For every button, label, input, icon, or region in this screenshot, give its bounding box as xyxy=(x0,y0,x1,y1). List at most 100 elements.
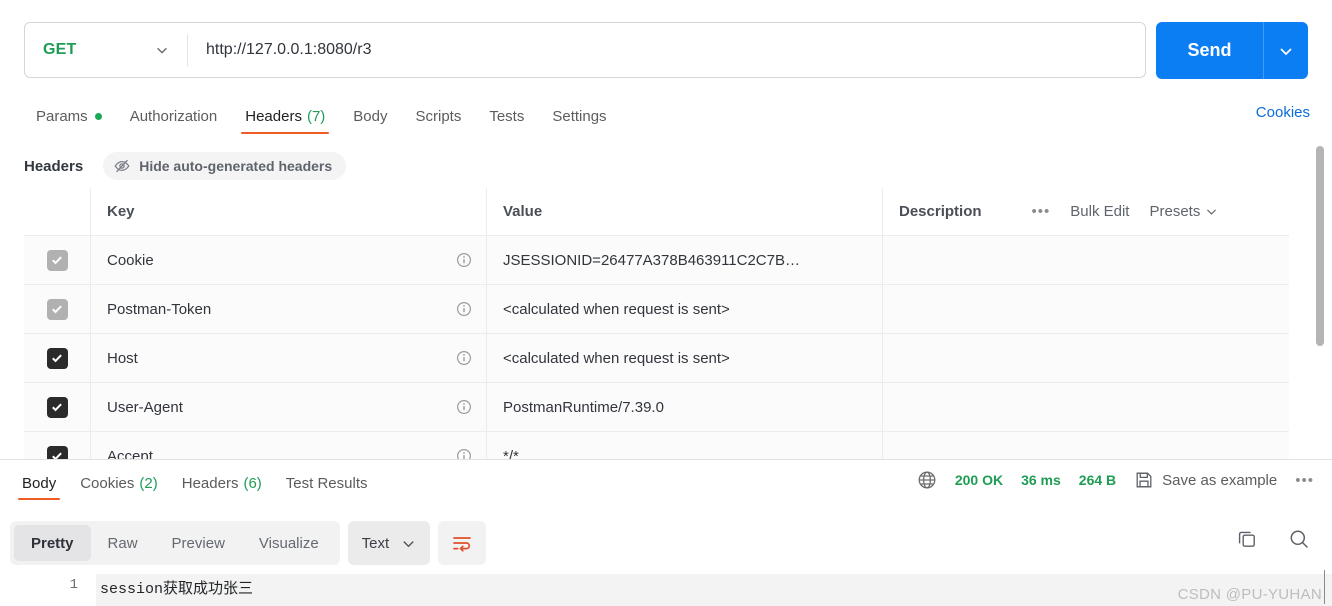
column-key: Key xyxy=(91,188,487,235)
word-wrap-toggle[interactable] xyxy=(438,521,487,565)
view-mode-pretty[interactable]: Pretty xyxy=(14,525,91,561)
column-value: Value xyxy=(487,188,883,235)
row-checkbox-cell[interactable] xyxy=(24,285,91,333)
line-number-gutter: 1 xyxy=(0,574,96,606)
response-tab-cookies[interactable]: Cookies (2) xyxy=(68,466,170,500)
table-header-row: Key Value Description ••• Bulk Edit Pres… xyxy=(24,188,1289,236)
response-size: 264 B xyxy=(1078,472,1117,488)
header-key-text: Host xyxy=(107,349,138,367)
table-row[interactable]: User-Agent PostmanRuntime/7.39.0 xyxy=(24,383,1289,432)
header-value-cell[interactable]: JSESSIONID=26477A378B463911C2C7B… xyxy=(487,236,883,284)
http-method-label: GET xyxy=(43,41,77,58)
send-options-caret[interactable] xyxy=(1264,22,1308,79)
header-enabled-checkbox[interactable] xyxy=(46,347,68,369)
hide-auto-generated-headers-button[interactable]: Hide auto-generated headers xyxy=(103,152,347,180)
copy-icon[interactable] xyxy=(1236,528,1258,550)
row-checkbox-cell[interactable] xyxy=(24,334,91,382)
table-row[interactable]: Postman-Token <calculated when request i… xyxy=(24,285,1289,334)
chevron-down-icon xyxy=(1205,205,1218,218)
view-mode-raw[interactable]: Raw xyxy=(91,525,155,561)
presets-button[interactable]: Presets xyxy=(1149,203,1218,220)
response-status: 200 OK xyxy=(954,472,1004,488)
info-icon[interactable] xyxy=(456,350,472,366)
header-value-cell[interactable]: PostmanRuntime/7.39.0 xyxy=(487,383,883,431)
header-enabled-checkbox[interactable] xyxy=(46,445,68,460)
response-body-viewer: 1 session获取成功张三 xyxy=(0,574,1332,606)
send-button-label: Send xyxy=(1187,40,1232,60)
row-checkbox-cell[interactable] xyxy=(24,236,91,284)
header-key-cell[interactable]: Accept xyxy=(91,432,487,460)
response-view-toolbar: Pretty Raw Preview Visualize Text xyxy=(10,521,487,565)
response-tab-body[interactable]: Body xyxy=(10,466,68,500)
ellipsis-icon[interactable]: ••• xyxy=(1295,472,1314,489)
view-mode-visualize[interactable]: Visualize xyxy=(242,525,336,561)
bulk-edit-button[interactable]: Bulk Edit xyxy=(1070,203,1129,220)
table-row[interactable]: Accept */* xyxy=(24,432,1289,460)
response-tabs: Body Cookies (2) Headers (6) Test Result… xyxy=(10,466,380,500)
params-modified-dot xyxy=(94,112,102,120)
header-key-cell[interactable]: User-Agent xyxy=(91,383,487,431)
tab-authorization[interactable]: Authorization xyxy=(116,98,232,134)
table-row[interactable]: Host <calculated when request is sent> xyxy=(24,334,1289,383)
postman-window: GET Send Params Authorization Headers xyxy=(0,0,1332,606)
header-enabled-checkbox[interactable] xyxy=(46,396,68,418)
cookies-link[interactable]: Cookies xyxy=(1256,104,1310,121)
column-description-label: Description xyxy=(899,203,982,220)
header-key-cell[interactable]: Host xyxy=(91,334,487,382)
row-checkbox-cell[interactable] xyxy=(24,432,91,460)
header-value-cell[interactable]: <calculated when request is sent> xyxy=(487,334,883,382)
ellipsis-icon[interactable]: ••• xyxy=(1032,203,1051,220)
header-key-cell[interactable]: Postman-Token xyxy=(91,285,487,333)
tab-headers-count: (7) xyxy=(306,107,326,125)
response-tab-body-label: Body xyxy=(22,474,57,492)
table-row[interactable]: Cookie JSESSIONID=26477A378B463911C2C7B… xyxy=(24,236,1289,285)
tab-params[interactable]: Params xyxy=(22,98,116,134)
header-description-cell[interactable] xyxy=(883,383,1289,431)
header-description-cell[interactable] xyxy=(883,432,1289,460)
presets-label: Presets xyxy=(1149,203,1201,220)
chevron-down-icon xyxy=(155,43,169,57)
text-cursor xyxy=(1324,570,1325,604)
response-format-selector[interactable]: Text xyxy=(347,521,431,565)
url-input[interactable] xyxy=(188,23,1145,77)
request-url-bar: GET Send xyxy=(0,0,1332,96)
header-enabled-checkbox[interactable] xyxy=(46,249,68,271)
info-icon[interactable] xyxy=(456,399,472,415)
headers-table-actions: ••• Bulk Edit Presets xyxy=(1020,188,1219,235)
save-as-example-button[interactable]: Save as example xyxy=(1134,470,1277,490)
send-button[interactable]: Send xyxy=(1156,22,1308,79)
info-icon[interactable] xyxy=(456,252,472,268)
tab-settings[interactable]: Settings xyxy=(538,98,620,134)
response-body-line[interactable]: session获取成功张三 xyxy=(96,574,1332,606)
tab-tests[interactable]: Tests xyxy=(475,98,538,134)
tab-params-label: Params xyxy=(36,107,88,125)
tab-body[interactable]: Body xyxy=(339,98,401,134)
header-enabled-checkbox[interactable] xyxy=(46,298,68,320)
response-tab-test-results[interactable]: Test Results xyxy=(274,466,380,500)
response-right-tools xyxy=(1236,528,1310,550)
tab-headers[interactable]: Headers (7) xyxy=(231,98,339,134)
header-description-cell[interactable] xyxy=(883,236,1289,284)
tab-scripts[interactable]: Scripts xyxy=(402,98,476,134)
view-mode-preview[interactable]: Preview xyxy=(155,525,242,561)
headers-section-title: Headers xyxy=(24,157,84,175)
globe-icon[interactable] xyxy=(917,470,937,490)
hide-auto-generated-headers-label: Hide auto-generated headers xyxy=(139,158,333,174)
row-checkbox-cell[interactable] xyxy=(24,383,91,431)
header-description-cell[interactable] xyxy=(883,334,1289,382)
response-body-text: session获取成功张三 xyxy=(100,581,254,598)
http-method-selector[interactable]: GET xyxy=(25,23,187,77)
headers-table: Key Value Description ••• Bulk Edit Pres… xyxy=(24,188,1289,460)
header-value-cell[interactable]: */* xyxy=(487,432,883,460)
header-value-cell[interactable]: <calculated when request is sent> xyxy=(487,285,883,333)
tab-settings-label: Settings xyxy=(552,107,607,125)
request-pane-scrollbar-thumb[interactable] xyxy=(1316,146,1324,346)
column-description: Description ••• Bulk Edit Presets xyxy=(883,188,1289,235)
response-pane-divider[interactable] xyxy=(0,459,1332,460)
info-icon[interactable] xyxy=(456,301,472,317)
response-tab-headers[interactable]: Headers (6) xyxy=(170,466,274,500)
header-key-cell[interactable]: Cookie xyxy=(91,236,487,284)
search-icon[interactable] xyxy=(1288,528,1310,550)
header-description-cell[interactable] xyxy=(883,285,1289,333)
response-view-mode-group: Pretty Raw Preview Visualize xyxy=(10,521,340,565)
